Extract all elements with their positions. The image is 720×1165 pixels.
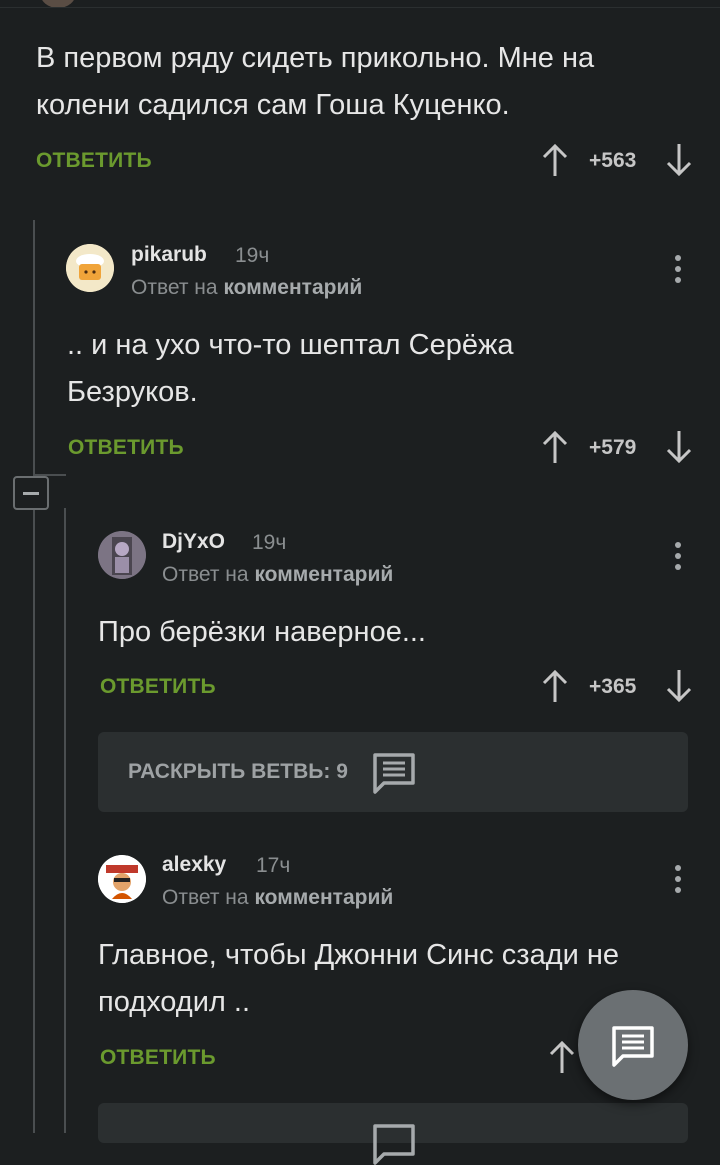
minus-icon [23,492,39,495]
user-photo-icon [98,531,146,579]
comment-text-line: Безруков. [67,376,198,408]
comment-text: В первом ряду сидеть прикольно. Мне на к… [36,35,696,129]
comment-text: .. и на ухо что-то шептал Серёжа Безруко… [67,322,687,416]
more-vertical-icon[interactable] [674,865,682,898]
collapse-thread-button[interactable] [13,476,49,510]
comment-score: +579 [589,436,637,459]
arrow-up-icon[interactable] [540,668,570,704]
expand-branch-label: РАСКРЫТЬ ВЕТВЬ: 9 [128,760,348,783]
arrow-down-icon[interactable] [664,429,694,465]
expand-branch-button[interactable] [98,1103,688,1165]
comment-time: 19ч [235,244,270,267]
comment-time: 19ч [252,531,287,554]
more-vertical-icon[interactable] [674,542,682,575]
username[interactable]: alexky [162,853,226,877]
avatar[interactable] [66,244,114,292]
comment-text-line: Про берёзки наверное... [98,616,426,648]
more-vertical-icon[interactable] [674,255,682,288]
divider [0,7,720,8]
reply-to-prefix: Ответ на [162,563,249,586]
comment-text-line: колени садился сам Гоша Куценко. [36,89,510,121]
comment-text: Про берёзки наверное... [98,609,688,656]
comment-text-line: Главное, чтобы Джонни Синс сзади не [98,939,620,971]
reply-to-link[interactable]: комментарий [254,886,393,909]
add-comment-fab[interactable] [578,990,688,1100]
reply-button[interactable]: ОТВЕТИТЬ [36,149,152,173]
user-photo-icon [98,855,146,903]
reply-to-link[interactable]: комментарий [254,563,393,586]
comment-text-line: .. и на ухо что-то шептал Серёжа [67,329,514,361]
comment-time: 17ч [256,854,291,877]
comment-score: +563 [589,149,637,172]
avatar[interactable] [98,531,146,579]
thread-line [64,508,66,1133]
arrow-up-icon[interactable] [547,1039,577,1075]
comment-text-line: В первом ряду сидеть прикольно. Мне на [36,42,595,74]
username[interactable]: DjYxO [162,530,225,554]
comment-icon [373,1124,415,1165]
reply-to-link[interactable]: комментарий [223,276,362,299]
reply-button[interactable]: ОТВЕТИТЬ [100,1046,216,1070]
reply-to-prefix: Ответ на [162,886,249,909]
chef-hat-icon [66,244,114,292]
reply-button[interactable]: ОТВЕТИТЬ [68,436,184,460]
arrow-up-icon[interactable] [540,142,570,178]
avatar[interactable] [98,855,146,903]
reply-to-meta: Ответ на комментарий [162,886,393,910]
reply-to-meta: Ответ на комментарий [162,563,393,587]
comment-icon [612,1026,654,1067]
arrow-down-icon[interactable] [664,142,694,178]
arrow-up-icon[interactable] [540,429,570,465]
comment-icon [373,753,415,794]
reply-to-prefix: Ответ на [131,276,218,299]
thread-line [33,220,35,1133]
arrow-down-icon[interactable] [664,668,694,704]
username[interactable]: pikarub [131,243,207,267]
expand-branch-button[interactable]: РАСКРЫТЬ ВЕТВЬ: 9 [98,732,688,812]
reply-to-meta: Ответ на комментарий [131,276,362,300]
comment-score: +365 [589,675,637,698]
reply-button[interactable]: ОТВЕТИТЬ [100,675,216,699]
